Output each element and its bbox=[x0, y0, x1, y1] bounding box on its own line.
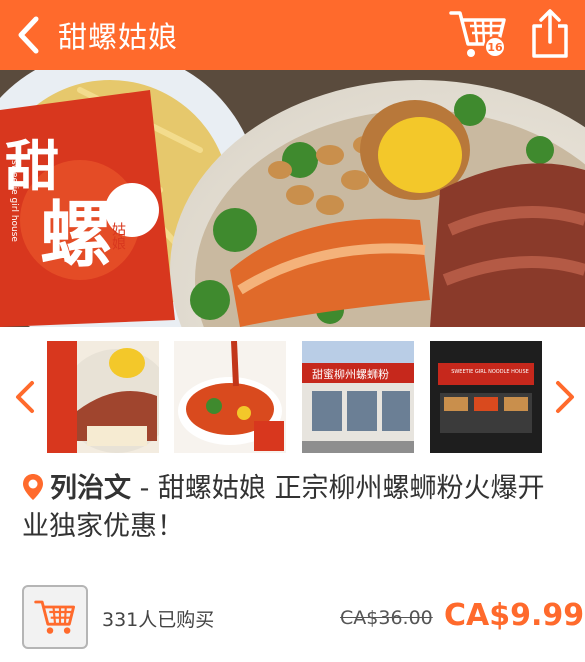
page-title: 甜螺姑娘 bbox=[58, 20, 179, 54]
top-bar: 甜螺姑娘 16 bbox=[0, 0, 585, 70]
back-button[interactable] bbox=[0, 0, 56, 70]
sold-count: 331人已购买 bbox=[102, 609, 215, 631]
gallery-thumb-2[interactable] bbox=[174, 341, 286, 453]
thumb-image bbox=[47, 341, 159, 453]
add-to-cart-button[interactable] bbox=[22, 585, 88, 649]
noodle-photo: 甜 螺 姑娘 sweetie girl house bbox=[0, 70, 585, 327]
logo-text-small: 姑娘 bbox=[110, 222, 126, 250]
deal-city: 列治文 bbox=[50, 473, 131, 504]
chevron-left-icon[interactable] bbox=[12, 377, 38, 417]
original-price: CA$36.00 bbox=[340, 607, 433, 629]
thumb-image: SWEETIE GIRL NOODLE HOUSE bbox=[430, 341, 542, 453]
thumb-image: 甜蜜柳州螺蛳粉 bbox=[302, 341, 414, 453]
night-sign-en: SWEETIE GIRL NOODLE HOUSE bbox=[451, 369, 529, 375]
logo-text-en: sweetie girl house bbox=[9, 160, 19, 242]
thumb-image bbox=[174, 341, 286, 453]
location-pin-icon bbox=[23, 474, 43, 500]
thumbnail-gallery: 甜蜜柳州螺蛳粉 SWEETIE GIRL NOODLE HOUSE bbox=[0, 327, 585, 465]
share-button[interactable] bbox=[528, 8, 576, 62]
logo-text-2: 螺 bbox=[40, 192, 112, 277]
share-icon bbox=[532, 9, 568, 58]
gallery-thumb-3[interactable]: 甜蜜柳州螺蛳粉 bbox=[302, 341, 414, 453]
storefront-sign: 甜蜜柳州螺蛳粉 bbox=[312, 367, 389, 381]
hero-image[interactable]: 甜 螺 姑娘 sweetie girl house bbox=[0, 70, 585, 327]
cart-button[interactable]: 16 bbox=[448, 6, 512, 64]
chevron-right-icon[interactable] bbox=[552, 377, 578, 417]
cart-count-badge: 16 bbox=[484, 36, 506, 58]
gallery-thumb-4[interactable]: SWEETIE GIRL NOODLE HOUSE bbox=[430, 341, 542, 453]
deal-title: 列治文 - 甜螺姑娘 正宗柳州螺蛳粉火爆开业独家优惠！ bbox=[22, 470, 567, 546]
chevron-left-icon bbox=[18, 16, 39, 54]
sale-price: CA$9.99 bbox=[444, 598, 585, 633]
cart-icon bbox=[34, 600, 75, 634]
gallery-thumb-1[interactable] bbox=[47, 341, 159, 453]
